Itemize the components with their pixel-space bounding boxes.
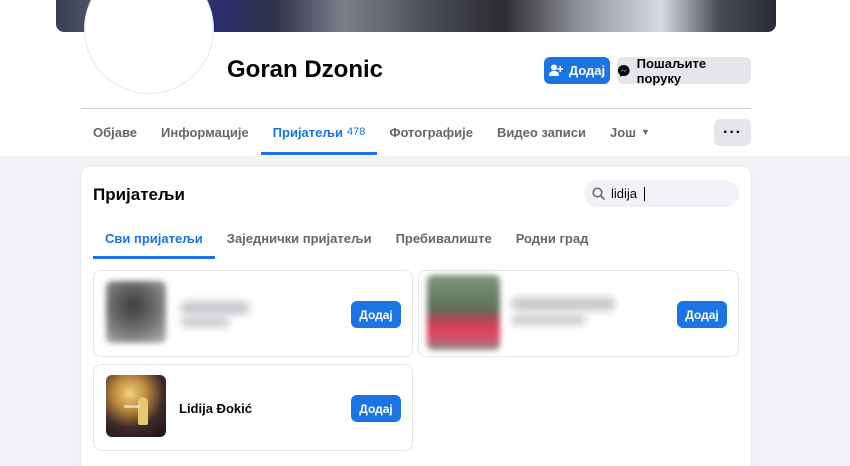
friend-card: Lidija Đokić Додај	[93, 364, 413, 451]
tab-photos-label: Фотографије	[389, 124, 473, 140]
subtab-hometown[interactable]: Родни град	[504, 217, 601, 259]
text-cursor	[644, 186, 646, 201]
subtab-all-friends-label: Сви пријатељи	[105, 230, 203, 246]
more-options-icon: ···	[723, 123, 742, 141]
friend-card: Додај	[418, 270, 739, 357]
subtab-mutual-friends-label: Заједнички пријатељи	[226, 230, 372, 246]
profile-tabs: Објаве Информације Пријатељи 478 Фотограф…	[81, 109, 662, 155]
add-friend-label: Додај	[568, 63, 606, 78]
friends-search[interactable]: lidija	[584, 180, 739, 207]
tab-videos[interactable]: Видео записи	[485, 109, 598, 155]
caret-down-icon: ▼	[641, 127, 650, 137]
friends-title: Пријатељи	[93, 185, 185, 204]
tab-photos[interactable]: Фотографије	[377, 109, 485, 155]
add-friend-button[interactable]: Додај	[677, 301, 727, 328]
friend-photo[interactable]	[106, 281, 166, 343]
friend-card: Додај	[93, 270, 413, 357]
subtab-all-friends[interactable]: Сви пријатељи	[93, 217, 215, 259]
tab-friends-label: Пријатељи	[272, 124, 343, 140]
send-message-button[interactable]: Пошаљите поруку	[617, 55, 751, 86]
friend-name-blurred[interactable]	[511, 297, 616, 311]
add-friend-label: Додај	[359, 307, 393, 322]
friend-photo[interactable]	[106, 375, 166, 437]
tab-about-label: Информације	[161, 124, 249, 140]
friend-photo[interactable]	[427, 275, 500, 350]
messenger-icon	[617, 64, 630, 77]
add-friend-button[interactable]: Додај	[544, 57, 610, 84]
add-friend-button[interactable]: Додај	[351, 301, 401, 328]
subtab-current-city-label: Пребивалиште	[395, 230, 492, 246]
search-icon	[592, 187, 605, 200]
subtab-mutual-friends[interactable]: Заједнички пријатељи	[215, 217, 384, 259]
tab-friends[interactable]: Пријатељи 478	[260, 109, 378, 155]
friend-name-blurred[interactable]	[180, 301, 250, 315]
tab-videos-label: Видео записи	[497, 124, 587, 140]
friend-name[interactable]: Lidija Đokić	[179, 401, 252, 416]
tab-posts[interactable]: Објаве	[81, 109, 149, 155]
friend-info-blurred	[180, 317, 230, 327]
add-friend-button[interactable]: Додај	[351, 395, 401, 422]
add-friend-label: Додај	[359, 401, 393, 416]
subtab-hometown-label: Родни град	[515, 230, 589, 246]
friends-count: 478	[346, 126, 366, 138]
tab-posts-label: Објаве	[93, 124, 138, 140]
friend-info-blurred	[511, 315, 586, 325]
add-friend-label: Додај	[685, 307, 719, 322]
tab-more-label: Још	[610, 124, 637, 140]
search-input[interactable]: lidija	[611, 186, 637, 201]
send-message-label: Пошаљите поруку	[636, 55, 707, 86]
more-options-button[interactable]: ···	[714, 119, 751, 146]
tab-more[interactable]: Још ▼	[598, 109, 662, 155]
friends-subtabs: Сви пријатељи Заједнички пријатељи Преби…	[93, 217, 600, 259]
tab-about[interactable]: Информације	[149, 109, 261, 155]
friends-card: Пријатељи lidija Сви пријатељи Заједничк…	[81, 167, 751, 466]
subtab-current-city[interactable]: Пребивалиште	[384, 217, 504, 259]
profile-name: Goran Dzonic	[227, 56, 384, 83]
add-friend-icon	[548, 64, 563, 76]
